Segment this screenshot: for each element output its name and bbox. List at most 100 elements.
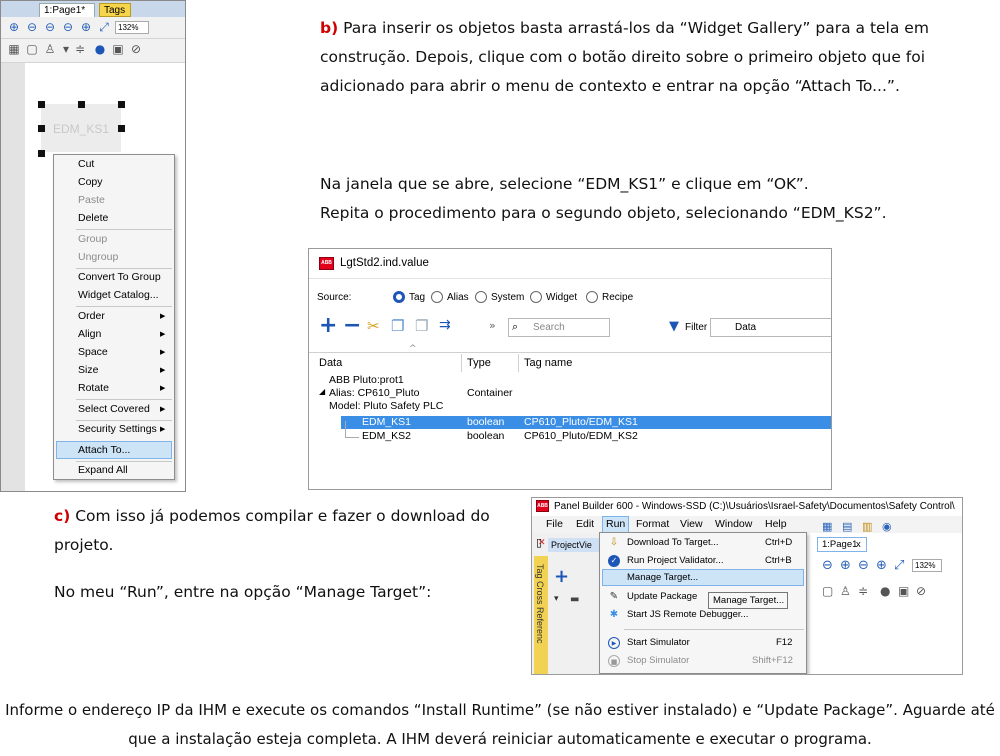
menu-item-delete[interactable]: Delete <box>78 212 108 224</box>
add-icon[interactable]: + <box>554 568 569 586</box>
resize-handle[interactable] <box>118 125 125 132</box>
menu-item-download-to-target[interactable]: Download To Target... <box>627 537 719 548</box>
resize-handle[interactable] <box>118 101 125 108</box>
image-icon[interactable]: ▣ <box>898 584 909 598</box>
tab-page1[interactable]: 1:Page1 x <box>817 537 867 552</box>
menu-item-expand-all[interactable]: Expand All <box>78 464 128 476</box>
disable-icon[interactable]: ⊘ <box>129 42 143 56</box>
expand-icon[interactable]: ▾ <box>554 594 559 604</box>
menu-file[interactable]: File <box>546 518 563 530</box>
import-icon[interactable]: ⇉ <box>439 317 451 333</box>
person-icon[interactable]: ♙ <box>43 42 57 56</box>
tab-tags[interactable]: Tags <box>99 3 131 17</box>
radio-widget[interactable] <box>530 291 542 303</box>
menu-item-convert-to-group[interactable]: Convert To Group <box>78 271 161 283</box>
zoom-page-icon[interactable]: ⊕ <box>876 558 887 573</box>
filter-field[interactable]: Data <box>710 318 831 337</box>
menu-item-group[interactable]: Group <box>78 233 107 245</box>
menu-item-stop-simulator[interactable]: Stop Simulator <box>627 655 689 666</box>
menu-item-manage-target[interactable]: Manage Target... <box>627 572 698 583</box>
tree-row-alias[interactable]: Alias: CP610_Pluto <box>329 387 419 399</box>
frame-icon[interactable]: ▢ <box>822 584 833 598</box>
toolbar-icon[interactable]: ▦ <box>822 520 832 533</box>
menu-item-ungroup[interactable]: Ungroup <box>78 251 118 263</box>
pin-icon[interactable]: ✕ <box>538 538 546 548</box>
menu-format[interactable]: Format <box>636 518 669 530</box>
resize-handle[interactable] <box>78 101 85 108</box>
more-icon[interactable]: » <box>489 319 496 332</box>
zoom-custom-icon[interactable]: ⤢ <box>894 558 904 573</box>
close-icon[interactable]: x <box>856 539 861 550</box>
image-icon[interactable]: ▣ <box>111 42 125 56</box>
copy-icon[interactable]: ❐ <box>391 317 404 335</box>
expand-icon[interactable]: ◢ <box>319 387 325 396</box>
toolbar-icon[interactable]: ▤ <box>842 520 852 533</box>
menu-item-size[interactable]: Size <box>78 364 98 376</box>
zoom-in-icon[interactable]: ⊖ <box>822 558 833 573</box>
cut-icon[interactable]: ✂ <box>367 317 380 335</box>
menu-help[interactable]: Help <box>765 518 787 530</box>
align-icon[interactable]: ≑ <box>73 42 87 56</box>
person-icon[interactable]: ♙ <box>840 584 851 598</box>
frame-icon[interactable]: ▢ <box>25 42 39 56</box>
menu-item-rotate[interactable]: Rotate <box>78 382 109 394</box>
disable-icon[interactable]: ⊘ <box>916 584 926 598</box>
remove-icon[interactable]: − <box>343 315 361 337</box>
project-node-icon[interactable]: ▬ <box>570 594 579 605</box>
radio-alias[interactable] <box>431 291 443 303</box>
menu-view[interactable]: View <box>680 518 703 530</box>
resize-handle[interactable] <box>38 125 45 132</box>
grid-icon[interactable]: ▦ <box>7 42 21 56</box>
zoom-level-field[interactable]: 132% <box>912 559 942 572</box>
radio-tag[interactable] <box>393 291 405 303</box>
info-icon[interactable]: ● <box>93 42 107 56</box>
menu-item-update-package[interactable]: Update Package <box>627 591 697 602</box>
menu-item-start-simulator[interactable]: Start Simulator <box>627 637 690 648</box>
tag-row-edm-ks1[interactable]: EDM_KS1 <box>362 416 411 428</box>
menu-item-align[interactable]: Align <box>78 328 101 340</box>
tab-project-view[interactable]: ProjectVie <box>548 538 600 552</box>
radio-system[interactable] <box>475 291 487 303</box>
resize-handle[interactable] <box>38 101 45 108</box>
paste-icon[interactable]: ❐ <box>415 317 428 335</box>
column-header-type[interactable]: Type <box>467 352 491 374</box>
menu-item-select-covered[interactable]: Select Covered <box>78 403 150 415</box>
zoom-custom-icon[interactable]: ⤢ <box>97 20 111 34</box>
menu-item-start-js-remote-debugger[interactable]: Start JS Remote Debugger... <box>627 609 748 620</box>
menu-item-paste[interactable]: Paste <box>78 194 105 206</box>
zoom-page-icon[interactable]: ⊕ <box>79 20 93 34</box>
info-icon[interactable]: ● <box>880 584 890 598</box>
tab-page1[interactable]: 1:Page1* x <box>39 3 95 30</box>
menu-item-security-settings[interactable]: Security Settings <box>78 423 157 435</box>
dropdown-icon[interactable]: ▾ <box>59 42 73 56</box>
zoom-in-icon[interactable]: ⊕ <box>7 20 21 34</box>
radio-recipe[interactable] <box>586 291 598 303</box>
menu-edit[interactable]: Edit <box>576 518 594 530</box>
menu-item-order[interactable]: Order <box>78 310 105 322</box>
resize-handle[interactable] <box>38 150 45 157</box>
menu-item-copy[interactable]: Copy <box>78 176 103 188</box>
column-header-tag-name[interactable]: Tag name <box>524 352 572 374</box>
menu-item-attach-to[interactable]: Attach To... <box>78 444 130 456</box>
menu-item-cut[interactable]: Cut <box>78 158 94 170</box>
search-input[interactable]: ⌕ Search <box>508 318 610 337</box>
menu-item-run-project-validator[interactable]: Run Project Validator... <box>627 555 723 566</box>
tree-row-model[interactable]: Model: Pluto Safety PLC <box>329 400 443 412</box>
tag-row-edm-ks2[interactable]: EDM_KS2 <box>362 430 411 442</box>
zoom-fit-icon[interactable]: ⊖ <box>43 20 57 34</box>
zoom-out-icon[interactable]: ⊕ <box>840 558 851 573</box>
zoom-out-icon[interactable]: ⊖ <box>25 20 39 34</box>
toolbar-icon[interactable]: ▥ <box>862 520 872 533</box>
menu-item-widget-catalog[interactable]: Widget Catalog... <box>78 289 159 301</box>
align-icon[interactable]: ≑ <box>858 584 868 598</box>
menu-item-space[interactable]: Space <box>78 346 108 358</box>
zoom-fit-icon[interactable]: ⊖ <box>858 558 869 573</box>
tree-row-device[interactable]: ABB Pluto:prot1 <box>329 374 404 386</box>
menu-window[interactable]: Window <box>715 518 752 530</box>
column-header-data[interactable]: Data <box>319 352 342 374</box>
toolbar-icon[interactable]: ◉ <box>882 520 892 533</box>
menu-run[interactable]: Run <box>602 516 629 533</box>
add-icon[interactable]: + <box>319 315 337 337</box>
zoom-reset-icon[interactable]: ⊖ <box>61 20 75 34</box>
zoom-level-field[interactable]: 132% <box>115 21 149 34</box>
